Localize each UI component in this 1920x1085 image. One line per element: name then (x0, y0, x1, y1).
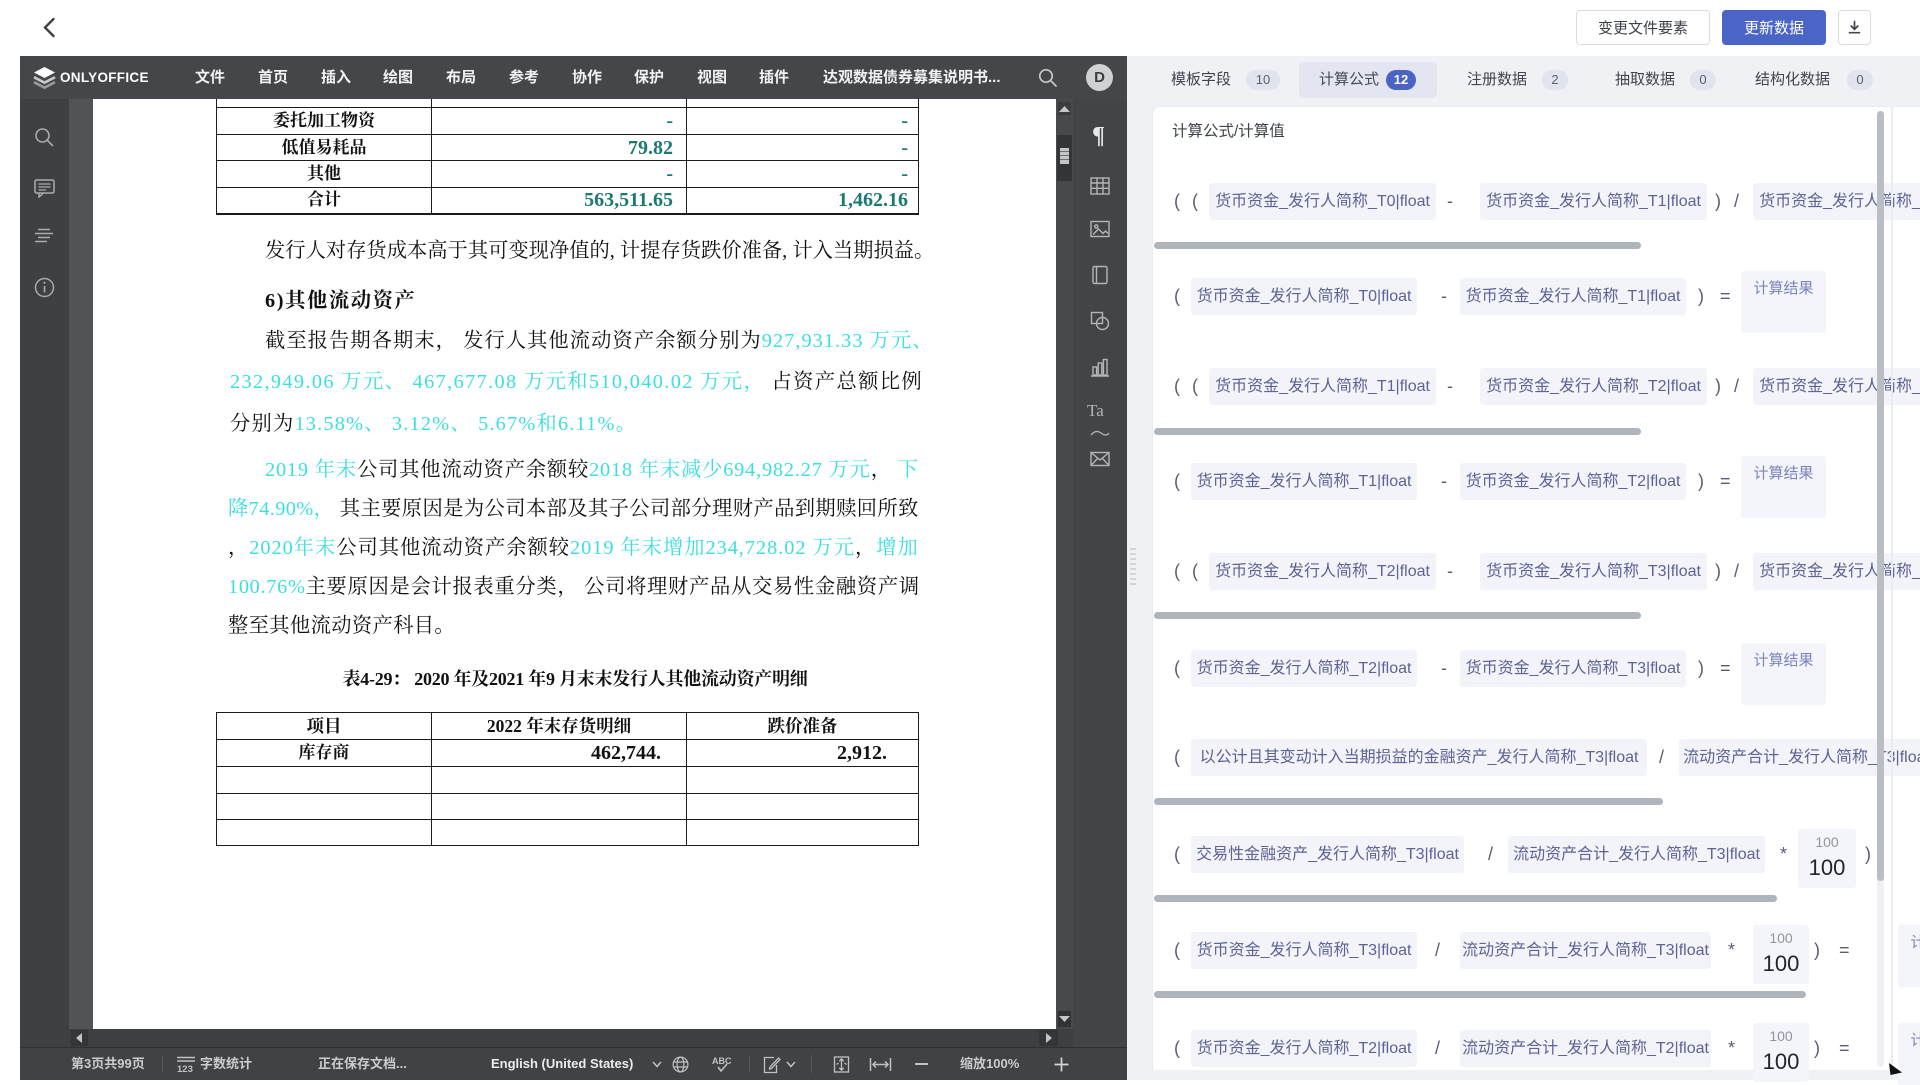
svg-text:ABC: ABC (712, 1056, 732, 1066)
svg-text:123: 123 (177, 1064, 193, 1073)
